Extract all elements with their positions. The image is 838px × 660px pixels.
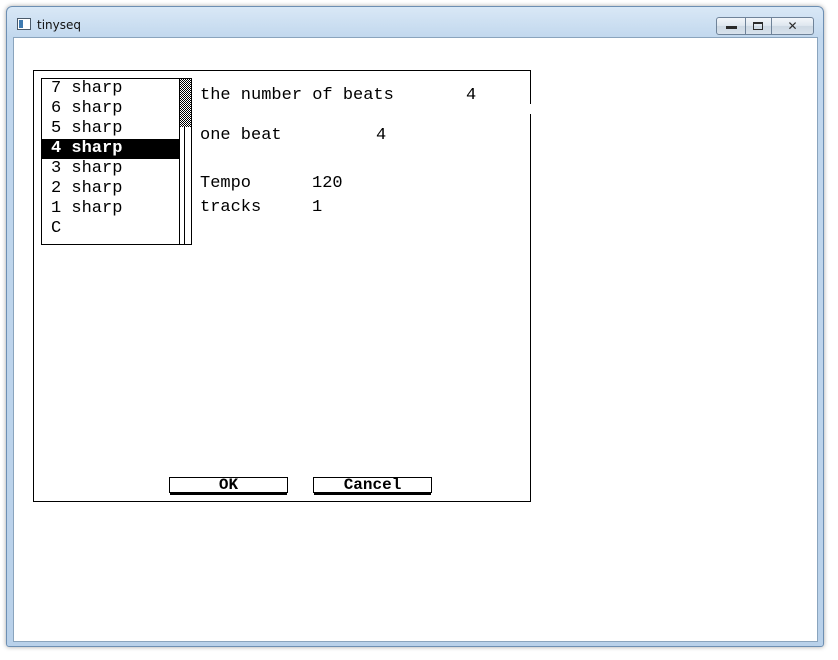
key-signature-listbox[interactable]: 7 sharp 6 sharp 5 sharp 4 sharp 3 sharp 2 sha… xyxy=(41,78,192,245)
settings-dialog: 7 sharp 6 sharp 5 sharp 4 sharp 3 sharp 2 sha… xyxy=(33,70,532,502)
maximize-button[interactable] xyxy=(746,17,772,35)
one-beat-label: one beat xyxy=(200,126,282,145)
caption-buttons: ✕ xyxy=(716,17,814,35)
window-title: tinyseq xyxy=(37,18,81,32)
beats-value[interactable]: 4 xyxy=(466,86,476,105)
list-item[interactable]: C xyxy=(42,219,179,239)
list-item[interactable]: 1 sharp xyxy=(42,199,179,219)
close-icon: ✕ xyxy=(787,19,798,33)
maximize-icon xyxy=(753,22,763,30)
listbox-scrollbar[interactable] xyxy=(179,79,191,244)
title-bar[interactable]: tinyseq ✕ xyxy=(7,7,823,37)
key-signature-list: 7 sharp 6 sharp 5 sharp 4 sharp 3 sharp 2 sha… xyxy=(42,79,179,239)
list-item[interactable]: 7 sharp xyxy=(42,79,179,99)
dialog-border-gap xyxy=(528,104,532,114)
tracks-label: tracks xyxy=(200,198,262,217)
scrollbar-thumb[interactable] xyxy=(180,79,191,127)
list-item-selected[interactable]: 4 sharp xyxy=(42,139,179,159)
list-item[interactable]: 3 sharp xyxy=(42,159,179,179)
close-button[interactable]: ✕ xyxy=(772,17,814,35)
list-item[interactable]: 5 sharp xyxy=(42,119,179,139)
cancel-button[interactable]: Cancel xyxy=(313,477,432,495)
app-window-icon[interactable] xyxy=(17,18,31,30)
app-window: tinyseq ✕ 7 sharp 6 sharp 5 sharp 4 sharp 3 … xyxy=(6,6,824,647)
scrollbar-track-line xyxy=(184,127,185,244)
minimize-icon xyxy=(726,26,737,29)
client-area: 7 sharp 6 sharp 5 sharp 4 sharp 3 sharp 2 sha… xyxy=(13,37,818,642)
minimize-button[interactable] xyxy=(716,17,746,35)
tempo-label: Tempo xyxy=(200,174,252,193)
ok-button[interactable]: OK xyxy=(169,477,288,495)
tempo-value[interactable]: 120 xyxy=(312,174,343,193)
beats-label: the number of beats xyxy=(200,86,394,105)
list-item[interactable]: 6 sharp xyxy=(42,99,179,119)
tracks-value[interactable]: 1 xyxy=(312,198,322,217)
list-item[interactable]: 2 sharp xyxy=(42,179,179,199)
one-beat-value[interactable]: 4 xyxy=(376,126,386,145)
